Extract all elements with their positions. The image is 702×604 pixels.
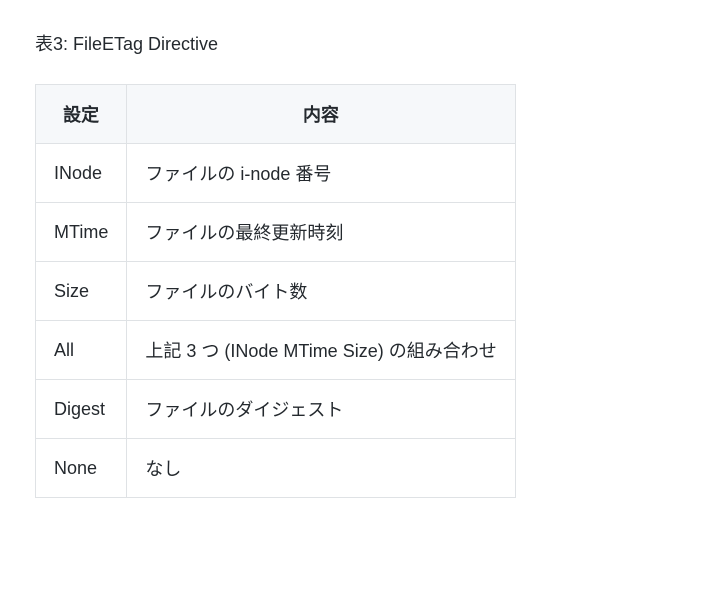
cell-description: ファイルのバイト数 [127,262,515,321]
cell-description: ファイルのダイジェスト [127,380,515,439]
cell-setting: Size [36,262,127,321]
table-row: Size ファイルのバイト数 [36,262,516,321]
cell-description: ファイルの i-node 番号 [127,144,515,203]
cell-description: 上記 3 つ (INode MTime Size) の組み合わせ [127,321,515,380]
table-row: MTime ファイルの最終更新時刻 [36,203,516,262]
cell-setting: Digest [36,380,127,439]
table-row: INode ファイルの i-node 番号 [36,144,516,203]
table-row: All 上記 3 つ (INode MTime Size) の組み合わせ [36,321,516,380]
cell-setting: All [36,321,127,380]
table-row: Digest ファイルのダイジェスト [36,380,516,439]
cell-setting: INode [36,144,127,203]
header-description: 内容 [127,85,515,144]
cell-setting: MTime [36,203,127,262]
cell-description: なし [127,439,515,498]
header-setting: 設定 [36,85,127,144]
table-row: None なし [36,439,516,498]
cell-setting: None [36,439,127,498]
cell-description: ファイルの最終更新時刻 [127,203,515,262]
table-caption: 表3: FileETag Directive [35,30,667,56]
fileetag-table: 設定 内容 INode ファイルの i-node 番号 MTime ファイルの最… [35,84,516,498]
table-header-row: 設定 内容 [36,85,516,144]
